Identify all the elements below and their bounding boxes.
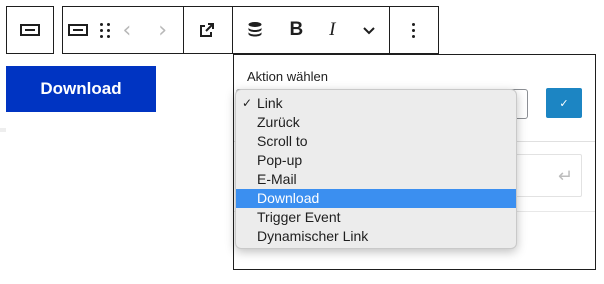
block-mover[interactable]: ‹ › (117, 7, 183, 53)
checkmark-icon: ✓ (242, 96, 253, 110)
dropdown-option-dynamic-link[interactable]: Dynamischer Link (236, 227, 516, 246)
option-label: Trigger Event (257, 209, 341, 225)
checkmark-icon: ✓ (559, 97, 569, 110)
dropdown-option-popup[interactable]: Pop-up (236, 151, 516, 170)
dropdown-option-email[interactable]: E-Mail (236, 170, 516, 189)
bold-label: B (289, 19, 304, 40)
database-icon (248, 22, 261, 37)
option-label: E-Mail (257, 171, 297, 187)
drag-handle[interactable] (93, 7, 117, 53)
block-type-button[interactable] (7, 7, 53, 53)
more-vertical-icon (411, 22, 415, 38)
dropdown-option-trigger-event[interactable]: Trigger Event (236, 208, 516, 227)
option-label: Scroll to (257, 133, 308, 149)
button-block-icon (67, 24, 88, 36)
italic-button[interactable]: I (314, 7, 350, 53)
enter-return-icon: ↵ (557, 166, 573, 187)
bold-button[interactable]: B (278, 7, 314, 53)
dropdown-option-link[interactable]: ✓ Link (236, 94, 516, 113)
dropdown-option-download[interactable]: Download (236, 189, 516, 208)
block-type-toolbar (6, 6, 54, 54)
option-label: Zurück (257, 114, 300, 130)
block-options-button[interactable] (388, 7, 438, 53)
option-label: Pop-up (257, 152, 303, 168)
dropdown-option-scroll-to[interactable]: Scroll to (236, 132, 516, 151)
download-button-block[interactable]: Download (6, 66, 156, 112)
block-switcher-button[interactable] (63, 7, 93, 53)
chevron-down-icon (363, 27, 375, 35)
editor-artifact (0, 128, 6, 132)
apply-button[interactable]: ✓ (546, 88, 582, 118)
button-block-icon (20, 24, 40, 36)
link-settings-button[interactable] (183, 7, 231, 53)
option-label: Download (257, 190, 320, 206)
dropdown-option-zurueck[interactable]: Zurück (236, 113, 516, 132)
italic-label: I (329, 19, 336, 40)
block-toolbar: ‹ › B I (62, 6, 439, 54)
action-select-label: Aktion wählen (247, 69, 328, 84)
action-dropdown-list: ✓ Link Zurück Scroll to Pop-up E-Mail Do… (235, 89, 517, 249)
dynamic-data-button[interactable] (231, 7, 279, 53)
drag-handle-icon (99, 22, 110, 38)
option-label: Dynamischer Link (257, 228, 369, 244)
option-label: Link (257, 95, 283, 111)
mover-arrows-icon: ‹ › (122, 17, 178, 43)
external-link-icon (199, 23, 214, 37)
more-formatting-button[interactable] (350, 7, 388, 53)
